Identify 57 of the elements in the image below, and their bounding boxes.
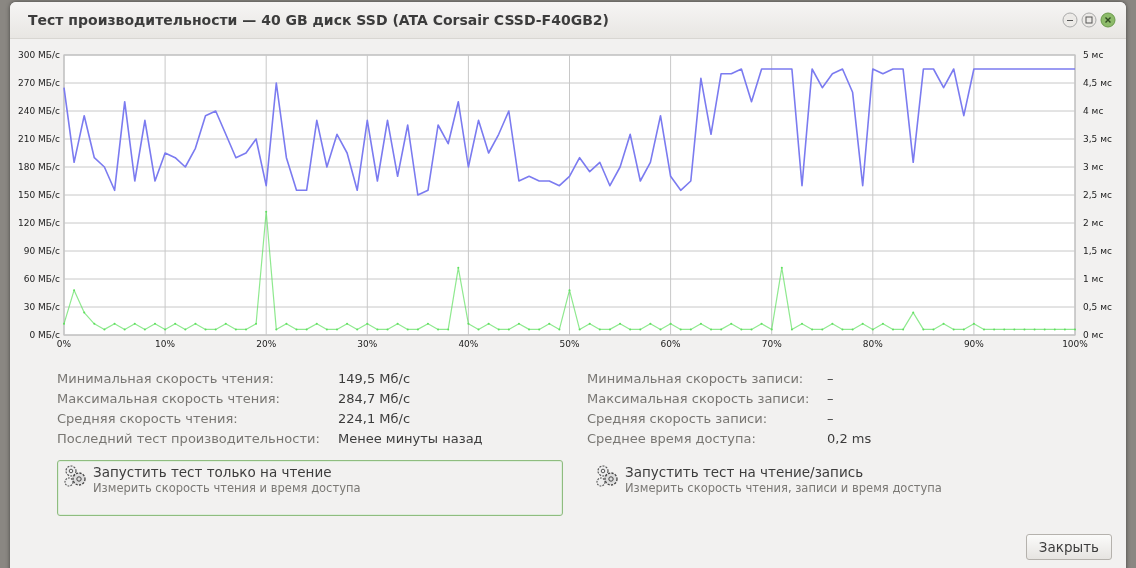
y-axis-label: 300 МБ/с [18,50,60,60]
stat-label: Среднее время доступа: [587,431,757,446]
y-axis-label: 270 МБ/с [18,78,60,88]
x-axis-label: 10% [155,339,176,349]
close-icon[interactable] [1100,12,1116,28]
stat-value: – [827,411,835,426]
y-axis-label: 1 мс [1083,274,1104,284]
close-button[interactable]: Закрыть [1025,534,1112,560]
y-axis-label: 240 МБ/с [18,106,60,116]
y-axis-label: 2,5 мс [1083,190,1112,200]
run-test-button[interactable]: Запустить тест на чтение/запись Измерить скорость чтения, записи и время доступа [589,460,1126,516]
x-axis-label: 60% [660,339,681,349]
y-axis-label: 0 мс [1083,330,1104,340]
y-axis-label: 150 МБ/с [18,190,60,200]
y-axis-label: 60 МБ/с [23,274,60,284]
y-axis-label: 120 МБ/с [18,218,60,228]
window-title: Тест производительности — 40 GB диск SSD (ATA Corsair CSSD-F40GB2) [28,12,610,28]
y-axis-label: 0,5 мс [1083,302,1112,312]
stat-label: Минимальная скорость чтения: [57,371,275,386]
x-axis-label: 40% [458,339,479,349]
gears-icon [595,464,619,488]
y-axis-label: 5 мс [1083,50,1104,60]
stat-value: – [827,391,835,406]
x-axis-label: 30% [357,339,378,349]
stat-value: 0,2 ms [827,431,873,446]
y-axis-label: 180 МБ/с [18,162,60,172]
y-axis-label: 3 мс [1083,162,1104,172]
y-axis-label: 4,5 мс [1083,78,1112,88]
y-axis-label: 30 МБ/с [23,302,60,312]
stat-label: Средняя скорость записи: [587,411,769,426]
stat-value: 224,1 Мб/с [338,411,412,426]
y-axis-label: 2 мс [1083,218,1104,228]
stat-label: Максимальная скорость записи: [587,391,811,406]
y-axis-label: 0 МБ/с [29,330,60,340]
x-axis-label: 100% [1062,339,1088,349]
gears-icon [63,464,87,488]
y-axis-label: 3,5 мс [1083,134,1112,144]
stat-value: Менее минуты назад [338,431,484,446]
x-axis-label: 20% [256,339,277,349]
x-axis-label: 70% [761,339,782,349]
y-axis-label: 1,5 мс [1083,246,1112,256]
minimize-icon[interactable] [1062,12,1078,28]
x-axis-label: 50% [559,339,580,349]
stat-label: Минимальная скорость записи: [587,371,805,386]
stat-value: – [827,371,835,386]
stat-label: Средняя скорость чтения: [57,411,239,426]
stat-label: Последний тест производительности: [57,431,321,446]
x-axis-label: 80% [862,339,883,349]
y-axis-label: 4 мс [1083,106,1104,116]
stat-label: Максимальная скорость чтения: [57,391,281,406]
stat-value: 149,5 Мб/с [338,371,412,386]
stat-value: 284,7 Мб/с [338,391,412,406]
x-axis-label: 0% [56,339,72,349]
y-axis-label: 90 МБ/с [23,246,60,256]
x-axis-label: 90% [963,339,984,349]
y-axis-label: 210 МБ/с [18,134,60,144]
run-test-button[interactable]: Запустить тест только на чтение Измерить скорость чтения и время доступа [57,460,563,516]
